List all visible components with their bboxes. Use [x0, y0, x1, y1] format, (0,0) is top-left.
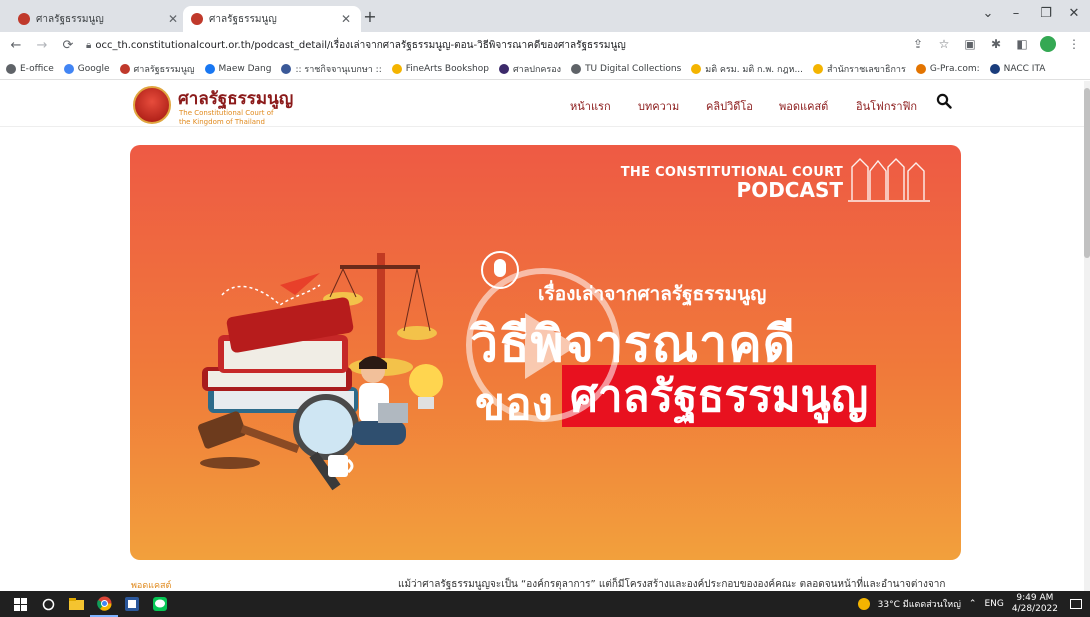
bookmark-label: TU Digital Collections	[585, 63, 682, 74]
bookmark-favicon-icon	[6, 63, 16, 74]
bookmark-favicon-icon	[498, 63, 509, 74]
lock-icon[interactable]: 🔒︎	[86, 40, 91, 51]
close-window-button[interactable]: ✕	[1062, 6, 1086, 21]
weather-status[interactable]: 33°C มีแดดส่วนใหญ่	[878, 597, 961, 611]
bookmark-item[interactable]: G-Pra.com:	[915, 63, 980, 74]
search-circle-icon[interactable]	[34, 591, 62, 617]
bookmark-label: มติ ครม. มติ ก.พ. กฎห...	[705, 64, 804, 75]
bookmark-item[interactable]: :: ราชกิจจานุเบกษา ::	[281, 62, 382, 76]
clock-date: 4/28/2022	[1011, 604, 1058, 614]
bookmark-favicon-icon	[281, 63, 292, 74]
bookmark-item[interactable]: ศาลรัฐธรรมนูญ	[119, 62, 195, 76]
site-header: ศาลรัฐธรรมนูญ The Constitutional Court o…	[0, 81, 1084, 127]
maximize-button[interactable]: ❐	[1034, 6, 1058, 21]
bookmark-item[interactable]: NACC ITA	[989, 63, 1046, 74]
bookmark-item[interactable]: Google	[63, 63, 110, 74]
share-icon[interactable]: ⇪	[910, 37, 926, 51]
minimize-button[interactable]: –	[1004, 6, 1028, 21]
bookmark-item[interactable]: E-office	[6, 63, 54, 74]
windows-start-icon[interactable]	[6, 591, 34, 617]
bookmark-star-icon[interactable]: ☆	[936, 37, 952, 51]
bookmark-item[interactable]: TU Digital Collections	[571, 63, 682, 74]
back-arrow-icon[interactable]: ←	[6, 38, 26, 53]
close-tab-icon[interactable]: ✕	[166, 12, 180, 26]
bookmark-label: NACC ITA	[1003, 63, 1046, 74]
browser-tab-active[interactable]: ศาลรัฐธรรมนูญ ✕	[183, 6, 361, 32]
bookmark-favicon-icon	[813, 63, 824, 74]
tab-title: ศาลรัฐธรรมนูญ	[36, 13, 104, 25]
system-clock[interactable]: 9:49 AM 4/28/2022	[1012, 593, 1058, 615]
content-category[interactable]: พอดแคสต์	[131, 578, 171, 592]
site-logo-subtitle: the Kingdom of Thailand	[179, 118, 265, 126]
site-favicon-icon	[191, 13, 203, 25]
podcast-brand-label: PODCAST	[736, 178, 843, 202]
nav-infographic[interactable]: อินโฟกราฟิก	[856, 97, 917, 115]
bookmark-label: ศาลปกครอง	[512, 64, 562, 75]
bookmark-favicon-icon	[119, 63, 130, 74]
tab-strip: ศาลรัฐธรรมนูญ ✕ ศาลรัฐธรรมนูญ ✕ + ⌄ – ❐ …	[0, 0, 1090, 32]
side-panel-icon[interactable]: ◧	[1014, 37, 1030, 51]
tab-search-button[interactable]: ⌄	[976, 6, 1000, 21]
chrome-icon[interactable]	[90, 591, 118, 617]
chevron-up-icon[interactable]: ⌃	[969, 599, 977, 609]
bookmark-favicon-icon	[915, 63, 926, 74]
file-explorer-icon[interactable]	[62, 591, 90, 617]
bookmark-label: G-Pra.com:	[929, 63, 980, 74]
bookmark-label: :: ราชกิจจานุเบกษา ::	[295, 64, 382, 75]
system-tray: 33°C มีแดดส่วนใหญ่ ⌃ ENG 9:49 AM 4/28/20…	[857, 591, 1090, 617]
nav-video-clips[interactable]: คลิปวิดีโอ	[706, 97, 753, 115]
bookmark-label: Google	[77, 63, 110, 74]
scrollbar-thumb[interactable]	[1084, 88, 1090, 258]
nav-podcast[interactable]: พอดแคสต์	[779, 97, 828, 115]
new-tab-button[interactable]: +	[360, 7, 380, 26]
bookmark-label: ศาลรัฐธรรมนูญ	[133, 64, 195, 75]
forward-arrow-icon[interactable]: →	[32, 38, 52, 53]
bookmark-favicon-icon	[691, 63, 702, 74]
nav-home[interactable]: หน้าแรก	[570, 97, 611, 115]
browser-toolbar: ← → ⟳ 🔒︎ occ_th.constitutionalcourt.or.t…	[0, 32, 1090, 58]
reload-icon[interactable]: ⟳	[58, 38, 78, 53]
bookmark-item[interactable]: มติ ครม. มติ ก.พ. กฎห...	[691, 62, 803, 76]
tab-title: ศาลรัฐธรรมนูญ	[209, 13, 277, 25]
bookmark-label: สำนักราชเลขาธิการ	[827, 64, 906, 75]
line-app-icon[interactable]	[146, 591, 174, 617]
podcast-banner[interactable]: THE CONSTITUTIONAL COURT PODCAST เรื่องเ…	[130, 145, 961, 560]
clock-time: 9:49 AM	[1016, 593, 1054, 603]
site-logo-subtitle: The Constitutional Court of	[179, 109, 274, 117]
article-excerpt: แม้ว่าศาลรัฐธรรมนูญจะเป็น “องค์กรตุลาการ…	[398, 579, 946, 590]
bookmark-item[interactable]: Maew Dang	[204, 63, 272, 74]
bookmark-item[interactable]: ศาลปกครอง	[498, 62, 562, 76]
play-icon[interactable]	[525, 313, 577, 379]
nav-articles[interactable]: บทความ	[638, 97, 679, 115]
bookmark-favicon-icon	[204, 63, 215, 74]
bookmarks-bar: E-office Google ศาลรัฐธรรมนูญ Maew Dang:: ร…	[0, 58, 1090, 80]
close-tab-icon[interactable]: ✕	[339, 12, 353, 26]
court-emblem-logo[interactable]	[133, 86, 171, 124]
bookmark-item[interactable]: FineArts Bookshop	[391, 63, 489, 74]
windows-taskbar: 33°C มีแดดส่วนใหญ่ ⌃ ENG 9:49 AM 4/28/20…	[0, 591, 1090, 617]
bookmark-favicon-icon	[391, 63, 402, 74]
browser-tab[interactable]: ศาลรัฐธรรมนูญ ✕	[10, 6, 188, 32]
bookmark-favicon-icon	[63, 63, 74, 74]
language-indicator[interactable]: ENG	[984, 599, 1003, 609]
word-icon[interactable]	[118, 591, 146, 617]
extension-icon[interactable]: ▣	[962, 37, 978, 51]
profile-avatar-icon[interactable]	[1040, 36, 1056, 52]
bookmark-label: Maew Dang	[218, 63, 272, 74]
extensions-puzzle-icon[interactable]: ✱	[988, 37, 1004, 51]
bookmark-favicon-icon	[571, 63, 582, 74]
bookmark-label: FineArts Bookshop	[405, 63, 489, 74]
search-icon[interactable]	[936, 93, 952, 109]
address-bar[interactable]: occ_th.constitutionalcourt.or.th/podcast…	[95, 38, 626, 53]
site-favicon-icon	[18, 13, 30, 25]
bookmark-label: E-office	[20, 63, 54, 74]
weather-sun-icon[interactable]	[857, 598, 870, 610]
menu-kebab-icon[interactable]: ⋮	[1066, 37, 1082, 51]
bookmark-item[interactable]: สำนักราชเลขาธิการ	[813, 62, 906, 76]
bookmark-favicon-icon	[989, 63, 1000, 74]
notification-icon[interactable]	[1070, 599, 1082, 609]
site-logo-name[interactable]: ศาลรัฐธรรมนูญ	[178, 85, 293, 112]
